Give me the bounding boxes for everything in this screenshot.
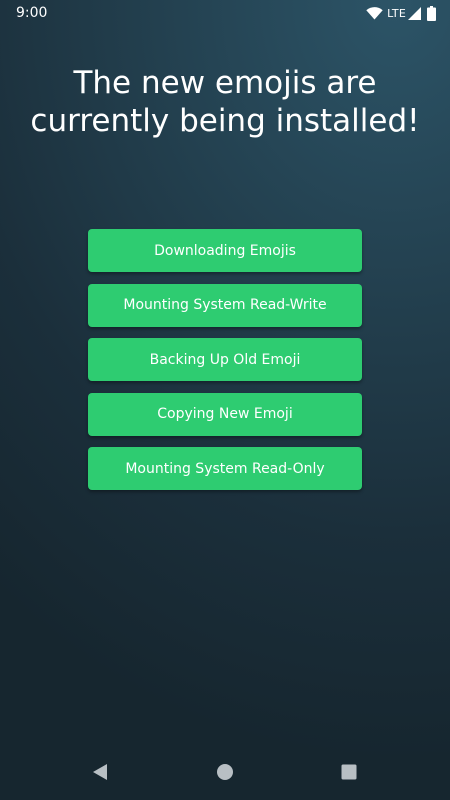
wifi-icon (366, 6, 383, 20)
recents-icon[interactable] (337, 760, 361, 784)
navigation-bar (0, 748, 450, 800)
page-title-line-1: The new emojis are (73, 65, 377, 101)
page-title: The new emojis are currently being insta… (0, 64, 450, 140)
step-backing-up-old-emoji-button[interactable]: Backing Up Old Emoji (88, 338, 362, 381)
step-copying-new-emoji-button[interactable]: Copying New Emoji (88, 392, 362, 436)
install-steps-list: Downloading Emojis Mounting System Read-… (88, 229, 362, 502)
status-bar: 9:00 LTE (0, 0, 450, 26)
step-mounting-read-only-button[interactable]: Mounting System Read-Only (88, 447, 362, 490)
cell-signal-icon (408, 6, 421, 20)
network-type-label: LTE (387, 6, 406, 20)
status-time: 9:00 (16, 5, 48, 21)
step-mounting-read-write-button[interactable]: Mounting System Read-Write (88, 283, 362, 327)
battery-icon (427, 5, 436, 21)
back-icon[interactable] (88, 760, 112, 784)
home-icon[interactable] (213, 760, 237, 784)
status-icons: LTE (366, 5, 436, 21)
page-title-line-2: currently being installed! (30, 103, 420, 139)
step-downloading-emojis-button[interactable]: Downloading Emojis (88, 229, 362, 272)
